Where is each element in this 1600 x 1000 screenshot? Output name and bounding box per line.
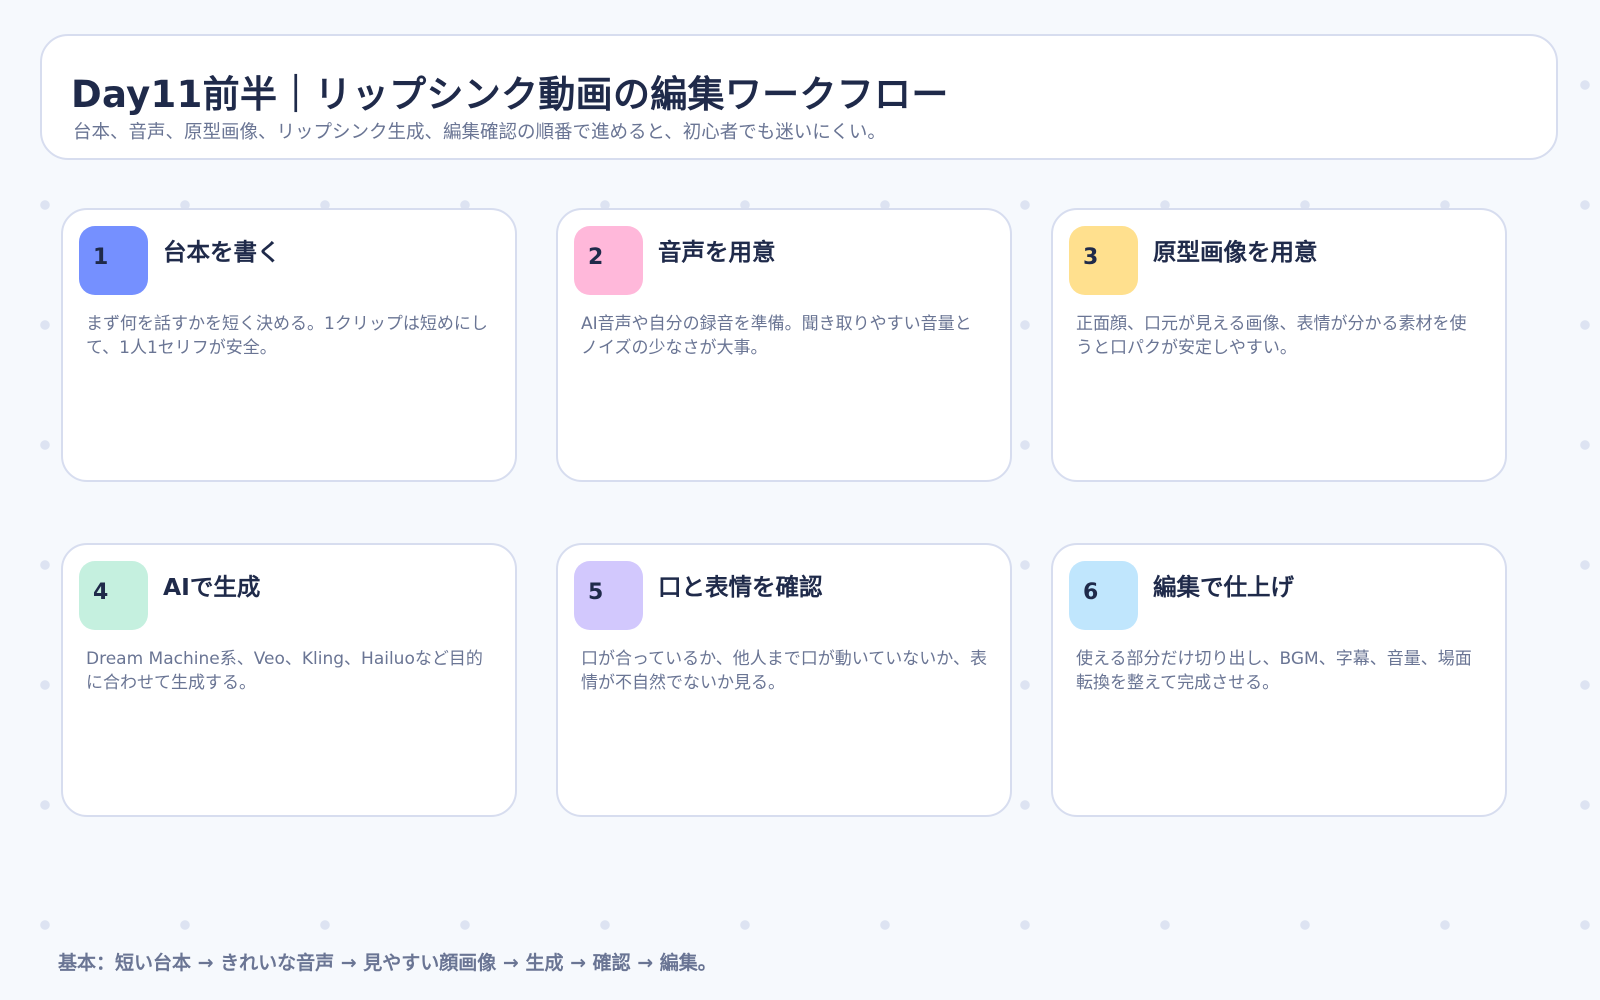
step-card-1: 1 台本を書く まず何を話すかを短く決める。1クリップは短めにして、1人1セリフ… xyxy=(61,208,517,482)
step-badge: 3 xyxy=(1069,226,1138,295)
step-title: 編集で仕上げ xyxy=(1153,573,1294,601)
step-number: 1 xyxy=(93,245,109,270)
step-number: 3 xyxy=(1083,245,1099,270)
header-panel: Day11前半｜リップシンク動画の編集ワークフロー 台本、音声、原型画像、リップ… xyxy=(40,34,1558,160)
step-badge: 2 xyxy=(574,226,643,295)
step-number: 5 xyxy=(588,580,604,605)
step-card-2: 2 音声を用意 AI音声や自分の録音を準備。聞き取りやすい音量とノイズの少なさが… xyxy=(556,208,1012,482)
page-subtitle: 台本、音声、原型画像、リップシンク生成、編集確認の順番で進めると、初心者でも迷い… xyxy=(73,122,886,143)
step-card-6: 6 編集で仕上げ 使える部分だけ切り出し、BGM、字幕、音量、場面転換を整えて完… xyxy=(1051,543,1507,817)
step-description: 口が合っているか、他人まで口が動いていないか、表情が不自然でないか見る。 xyxy=(581,649,987,693)
step-badge: 6 xyxy=(1069,561,1138,630)
step-number: 4 xyxy=(93,580,109,605)
step-card-5: 5 口と表情を確認 口が合っているか、他人まで口が動いていないか、表情が不自然で… xyxy=(556,543,1012,817)
page-title: Day11前半｜リップシンク動画の編集ワークフロー xyxy=(71,73,949,116)
step-title: 音声を用意 xyxy=(658,238,776,266)
step-title: 原型画像を用意 xyxy=(1153,238,1318,266)
step-description: 正面顔、口元が見える画像、表情が分かる素材を使うと口パクが安定しやすい。 xyxy=(1076,314,1467,358)
step-card-3: 3 原型画像を用意 正面顔、口元が見える画像、表情が分かる素材を使うと口パクが安… xyxy=(1051,208,1507,482)
step-badge: 1 xyxy=(79,226,148,295)
step-number: 2 xyxy=(588,245,604,270)
step-description: 使える部分だけ切り出し、BGM、字幕、音量、場面転換を整えて完成させる。 xyxy=(1076,649,1472,693)
step-description: AI音声や自分の録音を準備。聞き取りやすい音量とノイズの少なさが大事。 xyxy=(581,314,972,358)
step-badge: 5 xyxy=(574,561,643,630)
step-badge: 4 xyxy=(79,561,148,630)
step-title: AIで生成 xyxy=(163,573,261,601)
step-number: 6 xyxy=(1083,580,1099,605)
step-description: まず何を話すかを短く決める。1クリップは短めにして、1人1セリフが安全。 xyxy=(86,314,488,358)
summary-note: 基本：短い台本 → きれいな音声 → 見やすい顔画像 → 生成 → 確認 → 編… xyxy=(58,952,717,974)
step-title: 台本を書く xyxy=(163,238,281,266)
step-description: Dream Machine系、Veo、Kling、Hailuoなど目的に合わせて… xyxy=(86,649,483,693)
step-card-4: 4 AIで生成 Dream Machine系、Veo、Kling、Hailuoな… xyxy=(61,543,517,817)
step-title: 口と表情を確認 xyxy=(658,573,823,601)
